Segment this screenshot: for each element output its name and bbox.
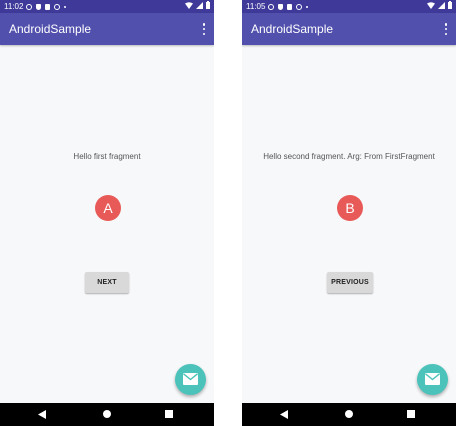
app-title: AndroidSample bbox=[9, 22, 92, 36]
system-icons bbox=[185, 0, 210, 13]
app-bar: AndroidSample bbox=[242, 13, 456, 45]
next-button[interactable]: NEXT bbox=[85, 272, 129, 293]
app-title: AndroidSample bbox=[251, 22, 334, 36]
system-icons bbox=[427, 0, 452, 13]
dot-icon bbox=[64, 5, 66, 8]
previous-button[interactable]: PREVIOUS bbox=[327, 272, 373, 293]
email-icon bbox=[425, 373, 440, 385]
dot-icon bbox=[306, 5, 308, 8]
email-fab[interactable] bbox=[417, 364, 448, 395]
battery-icon bbox=[206, 0, 210, 13]
marker-badge: B bbox=[337, 195, 363, 221]
back-icon[interactable] bbox=[38, 410, 46, 419]
sim-card-icon bbox=[287, 3, 292, 10]
phone-screen-second-fragment: 11:05 AndroidSample Hello second fragmen… bbox=[242, 0, 456, 426]
home-icon[interactable] bbox=[103, 410, 111, 418]
home-icon[interactable] bbox=[345, 410, 353, 418]
status-time: 11:02 bbox=[4, 2, 24, 11]
at-sign-icon bbox=[54, 3, 60, 10]
notification-icons bbox=[26, 0, 66, 13]
gear-icon bbox=[26, 3, 32, 10]
fragment-text: Hello second fragment. Arg: From FirstFr… bbox=[263, 152, 435, 161]
status-bar: 11:05 bbox=[242, 0, 456, 13]
email-icon bbox=[183, 373, 198, 385]
overflow-menu-icon[interactable] bbox=[200, 22, 208, 36]
shield-icon bbox=[278, 3, 283, 10]
signal-icon bbox=[196, 0, 203, 13]
sim-card-icon bbox=[45, 3, 50, 10]
wifi-icon bbox=[185, 0, 193, 13]
status-bar: 11:02 bbox=[0, 0, 214, 13]
signal-icon bbox=[438, 0, 445, 13]
battery-icon bbox=[448, 0, 452, 13]
status-time: 11:05 bbox=[246, 2, 266, 11]
back-icon[interactable] bbox=[280, 410, 288, 419]
overflow-menu-icon[interactable] bbox=[442, 22, 450, 36]
recents-icon[interactable] bbox=[407, 410, 415, 418]
navigation-bar bbox=[0, 403, 214, 426]
navigation-bar bbox=[242, 403, 456, 426]
recents-icon[interactable] bbox=[165, 410, 173, 418]
fragment-text: Hello first fragment bbox=[73, 152, 141, 161]
gear-icon bbox=[268, 3, 274, 10]
app-bar: AndroidSample bbox=[0, 13, 214, 45]
at-sign-icon bbox=[296, 3, 302, 10]
wifi-icon bbox=[427, 0, 435, 13]
email-fab[interactable] bbox=[175, 364, 206, 395]
phone-screen-first-fragment: 11:02 AndroidSample Hello first fragment… bbox=[0, 0, 214, 426]
marker-badge: A bbox=[95, 195, 121, 221]
notification-icons bbox=[268, 0, 308, 13]
shield-icon bbox=[36, 3, 41, 10]
